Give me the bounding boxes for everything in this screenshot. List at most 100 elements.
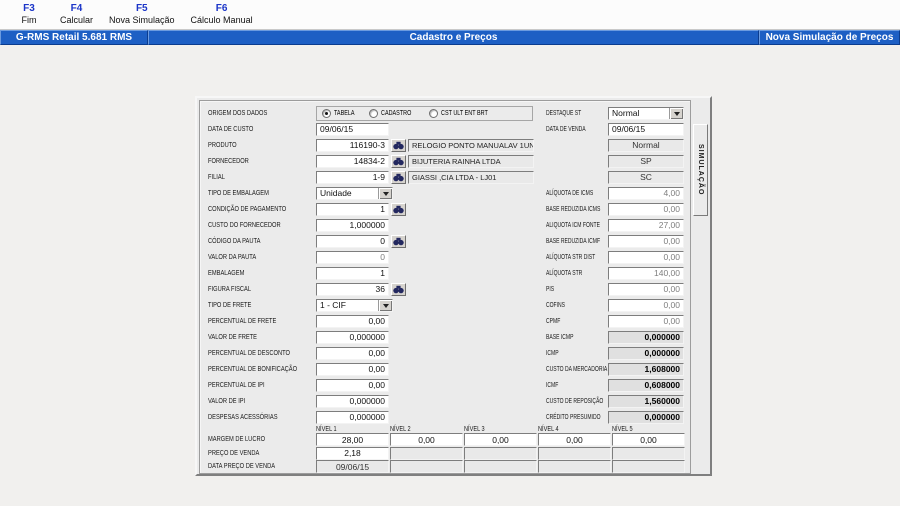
form-row: CRÉDITO PRESUMIDO 0,000000 [546,409,688,425]
left-column: ORIGEM DOS DADOS TABELA CADASTRO CST ULT… [208,105,542,425]
nivel-cell [612,446,685,460]
radio-cst-ult-ent-brt[interactable]: CST ULT ENT BRT [429,108,501,118]
readonly-field: 4,00 [608,186,684,200]
produto-code-input[interactable]: 116190-3 [316,138,389,152]
dropdown-arrow-icon[interactable] [378,187,392,199]
radio-selected-icon [322,108,331,118]
fkey-nova-simulacao[interactable]: F5 Nova Simulação [109,3,175,25]
field-label: COFINS [546,301,566,309]
fornecedor-code-input[interactable]: 14834-2 [316,154,389,168]
fkey-calcular[interactable]: F4 Calcular [60,3,93,25]
field-label: CUSTO DA MERCADORIA [546,365,608,373]
fkey-fim[interactable]: F3 Fim [14,3,44,25]
nivel-cell[interactable]: 2,18 [316,446,389,460]
custo-do-fornecedor-input[interactable]: 1,000000 [316,218,389,232]
field-label [546,158,608,165]
fkey-action-label: Fim [21,15,37,25]
nivel-header: NÍVEL 5 [612,426,633,433]
form-row: SC [546,169,688,185]
form-row: PERCENTUAL DE BONIFICAÇÃO 0,00 [208,361,542,377]
subscreen-title: Nova Simulação de Preços [759,30,900,45]
form-row: SP [546,153,688,169]
produto-unit: AV 1UN [508,140,534,150]
nivel-cell[interactable]: 0,00 [612,433,685,447]
calculated-field: 1,560000 [608,394,684,408]
calculated-field: 0,608000 [608,378,684,392]
field-label: ALÍQUOTA STR DIST [546,253,596,261]
nivel-cell[interactable]: 28,00 [316,433,389,447]
nivel-header: NÍVEL 4 [538,426,559,433]
figura-fiscal-input[interactable]: 36 [316,282,389,296]
valor-de-ipi-input[interactable]: 0,000000 [316,394,389,408]
fornecedor-uf-field: SP [608,154,684,168]
binoculars-icon [393,141,404,149]
condicao-search-button[interactable] [391,202,406,216]
field-label: CONDIÇÃO DE PAGAMENTO [208,205,287,213]
nivel-cell[interactable]: 0,00 [464,433,537,447]
readonly-field: 27,00 [608,218,684,232]
function-key-bar: F3 Fim F4 Calcular F5 Nova Simulação F6 … [0,0,900,30]
field-label: DESTAQUE ST [546,109,582,117]
destaque-st-select[interactable]: Normal [608,106,684,120]
despesas-acessorias-input[interactable]: 0,000000 [316,410,389,424]
condicao-de-pagamento-input[interactable]: 1 [316,202,389,216]
field-label: FORNECEDOR [208,157,249,165]
radio-tabela[interactable]: TABELA [322,108,360,118]
nivel-header: NÍVEL 3 [464,426,485,433]
radio-cadastro[interactable]: CADASTRO [369,108,420,118]
embalagem-input[interactable]: 1 [316,266,389,280]
form-row: FORNECEDOR 14834-2 BIJUTERIA RAINHA LTDA [208,153,542,169]
nivel-cell: 09/06/15 [316,460,389,473]
screen-title: Cadastro e Preços [148,30,759,45]
form-row: ALIQUOTA ICM FONTE 27,00 [546,217,688,233]
percentual-de-frete-input[interactable]: 0,00 [316,314,389,328]
form-row: VALOR DE FRETE 0,000000 [208,329,542,345]
field-label: DATA DE VENDA [546,125,586,133]
field-label: CUSTO DO FORNECEDOR [208,221,281,229]
form-row: CUSTO DA MERCADORIA 1,608000 [546,361,688,377]
field-label: ALÍQUOTA DE ICMS [546,189,594,197]
fkey-label: F6 [215,3,228,14]
valor-de-frete-input[interactable]: 0,000000 [316,330,389,344]
filial-desc-field: GIASSI ,CIA LTDA - LJ01 [408,170,534,184]
form-row: DESPESAS ACESSÓRIAS 0,000000 [208,409,542,425]
tipo-de-embalagem-select[interactable]: Unidade [316,186,393,200]
form-row: ALÍQUOTA STR 140,00 [546,265,688,281]
pauta-search-button[interactable] [391,234,406,248]
field-label: CÓDIGO DA PAUTA [208,237,261,245]
binoculars-icon [393,285,404,293]
filial-search-button[interactable] [391,170,406,184]
fkey-calculo-manual[interactable]: F6 Cálculo Manual [191,3,253,25]
percentual-de-ipi-input[interactable]: 0,00 [316,378,389,392]
dropdown-arrow-icon[interactable] [378,299,392,311]
field-label: PERCENTUAL DE BONIFICAÇÃO [208,365,298,373]
binoculars-icon [393,237,404,245]
fkey-label: F5 [135,3,148,14]
readonly-field: 0,00 [608,298,684,312]
form-row: COFINS 0,00 [546,297,688,313]
tab-simulacao[interactable]: SIMULAÇÃO [693,124,708,216]
produto-search-button[interactable] [391,138,406,152]
nivel-cell[interactable]: 0,00 [390,433,463,447]
form-row: DESTAQUE ST Normal [546,105,688,121]
nivel-cell[interactable]: 0,00 [538,433,611,447]
data-de-custo-input[interactable]: 09/06/15 [316,122,389,136]
percentual-de-desconto-input[interactable]: 0,00 [316,346,389,360]
percentual-de-bonificacao-input[interactable]: 0,00 [316,362,389,376]
dropdown-arrow-icon[interactable] [669,107,683,119]
data-de-venda-input[interactable]: 09/06/15 [608,122,684,136]
field-label: TIPO DE FRETE [208,301,252,309]
filial-code-input[interactable]: 1-9 [316,170,389,184]
title-bar: G-RMS Retail 5.681 RMS Cadastro e Preços… [0,30,900,45]
form-row: PRODUTO 116190-3 RELOGIO PONTO MANUAL AV … [208,137,542,153]
figura-fiscal-search-button[interactable] [391,282,406,296]
nivel-cell [464,460,537,473]
field-label: CRÉDITO PRESUMIDO [546,413,601,421]
field-label: MARGEM DE LUCRO [208,436,266,444]
calculated-field: 0,000000 [608,410,684,424]
form-row: BASE ICMP 0,000000 [546,329,688,345]
tipo-de-frete-select[interactable]: 1 - CIF [316,298,393,312]
readonly-field: 140,00 [608,266,684,280]
codigo-da-pauta-input[interactable]: 0 [316,234,389,248]
fornecedor-search-button[interactable] [391,154,406,168]
